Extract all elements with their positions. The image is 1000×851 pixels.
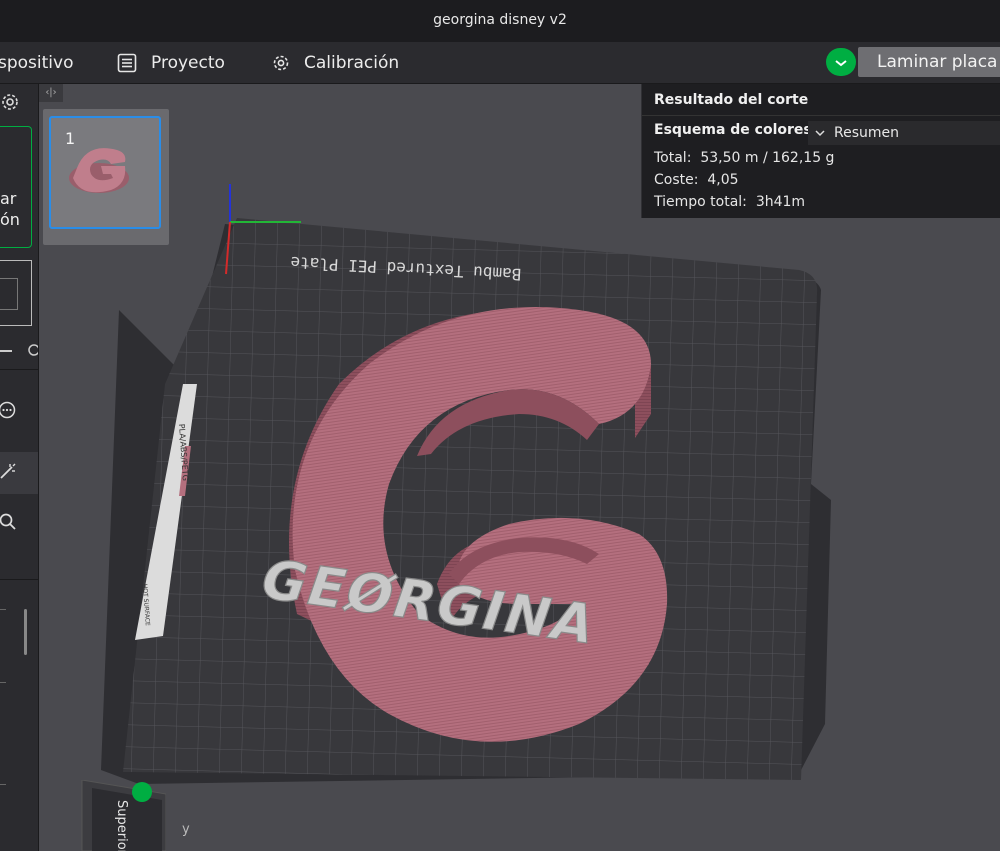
divider bbox=[0, 579, 38, 580]
magic-wand-icon[interactable] bbox=[0, 461, 18, 485]
filament-card[interactable] bbox=[0, 126, 32, 248]
tab-calibration-label: Calibración bbox=[304, 52, 400, 73]
view-cube-label: Superior bbox=[114, 800, 129, 851]
cost-row: Coste: 4,05 bbox=[654, 172, 739, 188]
total-label: Total: bbox=[654, 150, 692, 166]
total-row: Total: 53,50 m / 162,15 g bbox=[654, 150, 834, 166]
view-cube[interactable]: Superior bbox=[78, 780, 166, 851]
partial-label-1: ar bbox=[0, 189, 17, 208]
tick-mark bbox=[0, 682, 6, 683]
time-label: Tiempo total: bbox=[654, 194, 747, 210]
slice-dropdown-toggle[interactable] bbox=[826, 48, 856, 76]
time-value: 3h41m bbox=[755, 194, 806, 210]
view-axis-y-label: y bbox=[182, 822, 190, 837]
tick-mark bbox=[0, 609, 6, 610]
view-cube-indicator bbox=[132, 782, 152, 802]
scrollbar-thumb[interactable] bbox=[24, 609, 27, 655]
divider bbox=[0, 369, 38, 370]
object-settings-icon[interactable] bbox=[26, 342, 40, 362]
window-title: georgina disney v2 bbox=[433, 12, 567, 28]
project-list-icon bbox=[117, 53, 137, 73]
color-scheme-select[interactable]: Resumen bbox=[808, 121, 1000, 145]
slice-plate-button[interactable]: Laminar placa bbox=[858, 47, 1000, 77]
chevron-down-icon bbox=[834, 53, 848, 72]
title-bar: georgina disney v2 bbox=[0, 0, 1000, 43]
tab-project-label: Proyecto bbox=[151, 52, 225, 73]
chevron-down-icon bbox=[814, 121, 826, 153]
search-icon[interactable] bbox=[0, 512, 18, 536]
cost-label: Coste: bbox=[654, 172, 699, 188]
cost-value: 4,05 bbox=[707, 172, 739, 188]
color-scheme-label: Esquema de colores bbox=[654, 122, 812, 138]
minus-icon[interactable] bbox=[0, 350, 12, 352]
left-sidebar: ar ón bbox=[0, 84, 40, 851]
tab-calibration[interactable]: Calibración bbox=[272, 42, 399, 83]
total-value: 53,50 m / 162,15 g bbox=[700, 150, 835, 166]
tick-mark bbox=[0, 784, 6, 785]
object-list-inner bbox=[0, 278, 18, 310]
slice-result-panel: Resultado del corte Esquema de colores R… bbox=[641, 84, 1000, 218]
tab-device-label: spositivo bbox=[0, 52, 74, 73]
more-options-icon[interactable] bbox=[0, 401, 16, 423]
slice-result-title: Resultado del corte bbox=[654, 92, 809, 108]
color-scheme-value: Resumen bbox=[834, 125, 900, 141]
tab-project[interactable]: Proyecto bbox=[117, 42, 225, 83]
settings-gear-icon[interactable] bbox=[0, 92, 20, 116]
calibration-gear-icon bbox=[272, 54, 290, 72]
tab-device[interactable]: spositivo bbox=[0, 42, 73, 83]
divider bbox=[642, 115, 1000, 116]
partial-label-2: ón bbox=[0, 210, 20, 229]
time-row: Tiempo total: 3h41m bbox=[654, 194, 805, 210]
